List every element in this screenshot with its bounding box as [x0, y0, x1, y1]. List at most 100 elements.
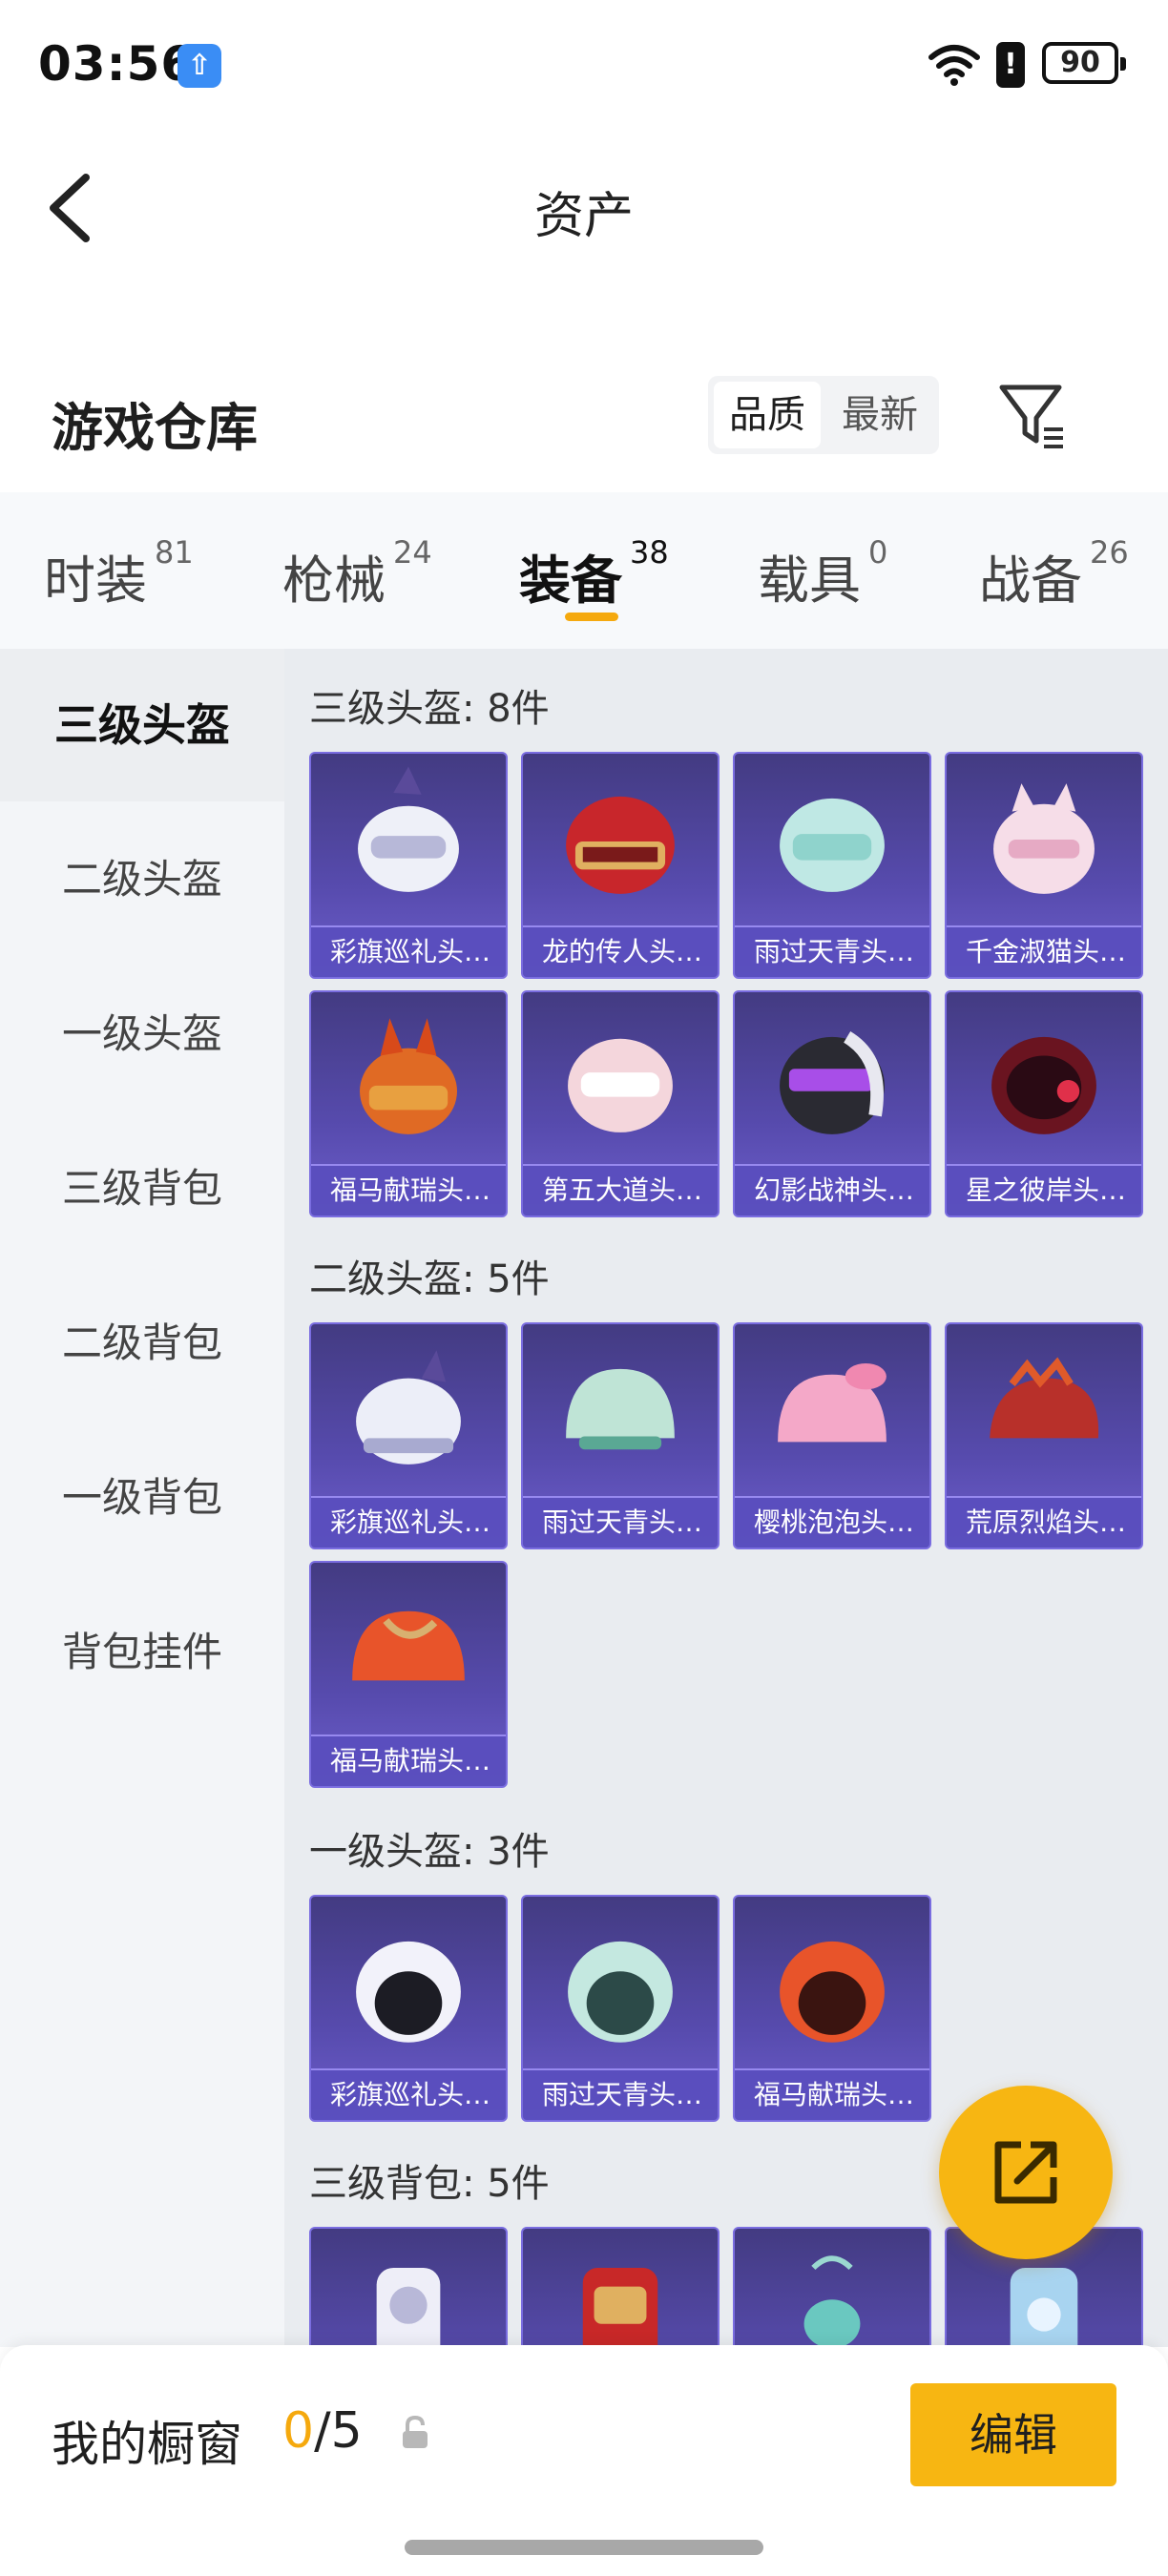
helmet-image	[993, 783, 1095, 894]
section-title-level3-helmet: 三级头盔: 8件	[309, 687, 550, 731]
tab-count: 38	[630, 534, 669, 571]
item-card[interactable]: 福马献瑞头…	[309, 990, 508, 1217]
item-name: 龙的传人头…	[523, 925, 718, 977]
item-card[interactable]: 荒原烈焰头…	[945, 1322, 1143, 1549]
tab-label: 战备	[979, 551, 1082, 611]
tab-count: 26	[1090, 534, 1129, 571]
item-card[interactable]: 彩旗巡礼头…	[309, 1895, 508, 2122]
item-card[interactable]: 福马献瑞头…	[733, 1895, 931, 2122]
filter-icon[interactable]	[996, 382, 1069, 454]
sidebar-item-level3-helmet[interactable]: 三级头盔	[0, 649, 284, 801]
backpack-image	[803, 2255, 861, 2347]
showcase-current: 0	[282, 2402, 315, 2460]
item-card[interactable]: 第五大道头…	[521, 990, 720, 1217]
sidebar-item-level3-backpack[interactable]: 三级背包	[0, 1112, 284, 1265]
helmet-image	[356, 1941, 461, 2043]
item-name: 星之彼岸头…	[947, 1164, 1141, 1215]
sort-quality-option[interactable]: 品质	[714, 382, 821, 448]
helmet-image	[780, 798, 885, 892]
item-name: 雨过天青头…	[735, 925, 929, 977]
item-card[interactable]	[733, 2227, 931, 2347]
subcategory-sidebar: 三级头盔 二级头盔 一级头盔 三级背包 二级背包 一级背包 背包挂件	[0, 649, 284, 2347]
helmet-image	[778, 1362, 886, 1443]
sort-segmented-control: 品质 最新	[708, 376, 939, 454]
item-card[interactable]: 雨过天青头…	[521, 1895, 720, 2122]
helmet-image	[360, 1018, 457, 1134]
category-tabs: 时装 81 枪械 24 装备 38 载具 0 战备 26	[0, 492, 1168, 649]
asset-page: 03:56 ⇧ ! 90 资产 游戏仓库 品质 最新 时装 81 枪械 24 装…	[0, 0, 1168, 2576]
sidebar-item-level1-backpack[interactable]: 一级背包	[0, 1422, 284, 1574]
showcase-label: 我的橱窗	[52, 2417, 242, 2472]
sidebar-item-level2-helmet[interactable]: 二级头盔	[0, 803, 284, 956]
sidebar-item-backpack-charm[interactable]: 背包挂件	[0, 1576, 284, 1729]
upload-notification-icon: ⇧	[177, 44, 221, 88]
share-button[interactable]	[939, 2086, 1113, 2259]
helmet-image	[780, 1030, 885, 1134]
battery-indicator: 90	[1042, 42, 1126, 84]
item-name: 福马献瑞头…	[311, 1164, 506, 1215]
item-card[interactable]: 龙的传人头…	[521, 752, 720, 979]
tab-vehicles[interactable]: 载具 0	[758, 534, 887, 613]
item-name: 彩旗巡礼头…	[311, 2068, 506, 2120]
helmet-image	[358, 766, 459, 892]
share-icon	[994, 2141, 1057, 2204]
item-card[interactable]: 雨过天青头…	[521, 1322, 720, 1549]
status-time: 03:56	[38, 36, 196, 92]
item-name: 幻影战神头…	[735, 1164, 929, 1215]
lock-icon	[403, 2415, 428, 2448]
item-name: 荒原烈焰头…	[947, 1496, 1141, 1548]
helmet-image	[566, 1368, 675, 1450]
section-title-level3-backpack: 三级背包: 5件	[309, 2162, 550, 2206]
active-tab-indicator	[565, 613, 618, 621]
helmet-image	[568, 1038, 673, 1132]
showcase-count: 0/5	[282, 2402, 363, 2460]
item-card[interactable]	[309, 2227, 508, 2347]
sidebar-item-level2-backpack[interactable]: 二级背包	[0, 1267, 284, 1420]
item-card[interactable]: 樱桃泡泡头…	[733, 1322, 931, 1549]
helmet-image	[991, 1036, 1096, 1134]
tab-label: 装备	[519, 551, 622, 611]
showcase-total: /5	[314, 2402, 363, 2460]
nav-bar: 资产	[0, 134, 1168, 277]
helmet-image	[352, 1610, 465, 1681]
section-title-level2-helmet: 二级头盔: 5件	[309, 1257, 550, 1301]
item-name: 福马献瑞头…	[735, 2068, 929, 2120]
item-name: 彩旗巡礼头…	[311, 925, 506, 977]
tab-weapons[interactable]: 枪械 24	[282, 534, 432, 613]
sort-newest-option[interactable]: 最新	[826, 382, 933, 448]
battery-saver-icon: !	[996, 42, 1025, 88]
tab-label: 时装	[44, 551, 147, 611]
item-card[interactable]: 福马献瑞头…	[309, 1561, 508, 1788]
item-card[interactable]: 千金淑猫头…	[945, 752, 1143, 979]
item-name: 樱桃泡泡头…	[735, 1496, 929, 1548]
item-card[interactable]: 彩旗巡礼头…	[309, 752, 508, 979]
item-card[interactable]: 星之彼岸头…	[945, 990, 1143, 1217]
helmet-image	[566, 796, 675, 894]
item-card[interactable]: 雨过天青头…	[733, 752, 931, 979]
tab-label: 载具	[758, 551, 861, 611]
backpack-image	[376, 2267, 441, 2347]
item-name: 雨过天青头…	[523, 1496, 718, 1548]
item-name: 第五大道头…	[523, 1164, 718, 1215]
tab-label: 枪械	[282, 551, 386, 611]
helmet-image	[990, 1357, 1099, 1439]
warehouse-header: 游戏仓库 品质 最新	[0, 363, 1168, 487]
tab-count: 0	[868, 534, 888, 571]
tab-count: 24	[393, 534, 432, 571]
helmet-image	[780, 1941, 885, 2043]
helmet-image	[356, 1350, 461, 1465]
item-card[interactable]: 幻影战神头…	[733, 990, 931, 1217]
tab-fashion[interactable]: 时装 81	[44, 534, 194, 613]
item-name: 福马献瑞头…	[311, 1735, 506, 1786]
item-name: 彩旗巡礼头…	[311, 1496, 506, 1548]
tab-supplies[interactable]: 战备 26	[979, 534, 1129, 613]
edit-button[interactable]: 编辑	[910, 2383, 1116, 2486]
status-bar: 03:56 ⇧ ! 90	[0, 0, 1168, 134]
item-name: 千金淑猫头…	[947, 925, 1141, 977]
item-card[interactable]: 彩旗巡礼头…	[309, 1322, 508, 1549]
tab-equipment[interactable]: 装备 38	[519, 534, 669, 613]
wifi-icon	[928, 45, 980, 86]
sidebar-item-level1-helmet[interactable]: 一级头盔	[0, 958, 284, 1111]
item-card[interactable]	[521, 2227, 720, 2347]
home-indicator[interactable]	[405, 2540, 763, 2555]
